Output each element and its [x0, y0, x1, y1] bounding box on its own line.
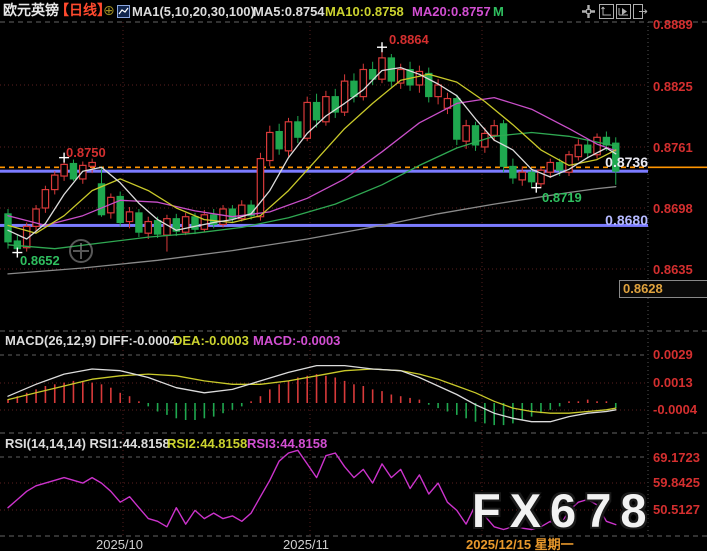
price-axis-label: 0.8635 [653, 262, 693, 277]
candle-body [426, 73, 432, 96]
rsi-axis-label: 50.5127 [653, 502, 700, 517]
candle-body [257, 159, 263, 217]
watermark-logo-icon [68, 238, 94, 269]
min-price-box: 0.8628 [619, 280, 707, 298]
candle-body [295, 122, 301, 137]
candle-body [136, 213, 142, 232]
horizontal-trendline[interactable] [0, 224, 648, 227]
price-axis-label: 0.8889 [653, 17, 693, 32]
macd-macd-value: MACD:-0.0003 [253, 333, 340, 348]
macd-diff-line [8, 366, 616, 422]
circle-plus-icon[interactable]: ⊕ [103, 3, 115, 18]
candle-body [52, 175, 58, 190]
candle-body [182, 217, 188, 232]
macd-axis-label: -0.0004 [653, 402, 697, 417]
price-axis-label: 0.8698 [653, 201, 693, 216]
candle-body [341, 81, 347, 112]
move-tool-icon[interactable] [581, 4, 596, 19]
candle-body [510, 166, 516, 178]
candle-body [61, 164, 67, 176]
time-axis-label: 2025/10 [96, 537, 143, 551]
axis-frame-icon[interactable] [599, 4, 614, 19]
candle-body [145, 222, 151, 234]
period-high-label: 0.8864 [389, 32, 429, 47]
ma-settings-label[interactable]: MA1(5,10,20,30,100) [132, 4, 255, 19]
rsi-axis-label: 59.8425 [653, 475, 700, 490]
chart-type-icon[interactable] [117, 5, 130, 21]
candle-body [556, 162, 562, 170]
price-chart-canvas[interactable] [0, 0, 707, 551]
candle-body [463, 126, 469, 141]
watermark-text: FX678 [472, 486, 655, 536]
hline-lower-label: 0.8680 [603, 213, 648, 228]
macd-dea-line [8, 369, 616, 413]
time-axis-label: 2025/11 [283, 537, 329, 551]
candle-body [276, 131, 282, 148]
recent-low-label: 0.8719 [542, 190, 582, 205]
symbol-name: 欧元英镑 [3, 3, 59, 18]
rsi3-value: RSI3:44.8158 [247, 436, 327, 451]
candle-body [98, 184, 104, 215]
candle-body [360, 70, 366, 97]
detach-panel-icon[interactable] [633, 4, 648, 19]
candle-body [547, 162, 553, 172]
macd-title[interactable]: MACD(26,12,9) DIFF:-0.0004 [5, 333, 177, 348]
candle-body [435, 85, 441, 97]
candle-body [89, 162, 95, 166]
rsi2-value: RSI2:44.8158 [167, 436, 247, 451]
price-axis-label: 0.8761 [653, 140, 693, 155]
candle-body [201, 215, 207, 230]
candle-body [42, 190, 48, 208]
playback-chart-icon[interactable] [616, 4, 631, 19]
current-date-label: 2025/12/15 星期一 [466, 537, 574, 551]
macd-dea-value: DEA:-0.0003 [173, 333, 249, 348]
hline-upper-label: 0.8736 [603, 155, 648, 170]
candle-body [491, 126, 497, 136]
candle-body [285, 122, 291, 151]
rsi-title[interactable]: RSI(14,14,14) RSI1:44.8158 [5, 436, 170, 451]
candle-body [154, 221, 160, 235]
candle-body [519, 172, 525, 180]
swing-low-label: 0.8652 [20, 253, 60, 268]
ma30-value-truncated: M [493, 4, 504, 19]
candle-body [5, 214, 11, 242]
rsi-axis-label: 69.1723 [653, 450, 700, 465]
candle-body [126, 212, 132, 222]
ma5-value: MA5:0.8754 [253, 4, 325, 19]
ma10-value: MA10:0.8758 [325, 4, 404, 19]
ma20-value: MA20:0.8757 [412, 4, 491, 19]
price-axis-label: 0.8825 [653, 79, 693, 94]
candle-body [528, 172, 534, 182]
swing-high-label: 0.8750 [66, 145, 106, 160]
macd-axis-label: 0.0013 [653, 375, 693, 390]
candle-body [379, 58, 385, 79]
candle-body [267, 132, 273, 160]
candle-body [585, 145, 591, 153]
candle-body [70, 163, 76, 178]
candle-body [575, 145, 581, 157]
macd-axis-label: 0.0029 [653, 347, 693, 362]
chart-window: 欧元英镑 【日线】 ⊕ MA1(5,10,20,30,100) MA5:0.87… [0, 0, 707, 551]
candle-body [313, 102, 319, 119]
